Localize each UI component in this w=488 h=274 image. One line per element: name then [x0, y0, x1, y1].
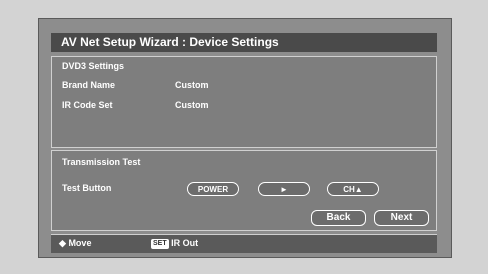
move-hint: ◆ Move	[59, 238, 91, 249]
wizard-title: AV Net Setup Wizard : Device Settings	[51, 33, 437, 52]
power-button[interactable]: POWER	[187, 182, 239, 196]
brand-name-label: Brand Name	[62, 80, 116, 90]
wizard-screen: AV Net Setup Wizard : Device Settings DV…	[38, 18, 452, 258]
ir-out-label: IR Out	[171, 238, 199, 248]
move-arrows-icon: ◆	[59, 238, 66, 248]
channel-up-button[interactable]: CH▲	[327, 182, 379, 196]
transmission-test-panel: Transmission Test Test Button POWER ► CH…	[51, 150, 437, 231]
move-label: Move	[68, 238, 92, 248]
test-button-label: Test Button	[62, 183, 112, 193]
test-heading: Transmission Test	[62, 157, 141, 167]
ir-code-set-value[interactable]: Custom	[175, 100, 209, 110]
brand-name-value[interactable]: Custom	[175, 80, 209, 90]
ir-out-hint: SET IR Out	[151, 238, 198, 249]
device-settings-panel: DVD3 Settings Brand Name Custom IR Code …	[51, 56, 437, 148]
ir-code-set-label: IR Code Set	[62, 100, 113, 110]
set-key-icon: SET	[151, 238, 169, 249]
back-button[interactable]: Back	[311, 210, 366, 226]
next-button[interactable]: Next	[374, 210, 429, 226]
footer-bar: ◆ Move SET IR Out	[51, 234, 437, 253]
settings-heading: DVD3 Settings	[62, 61, 125, 71]
play-button[interactable]: ►	[258, 182, 310, 196]
